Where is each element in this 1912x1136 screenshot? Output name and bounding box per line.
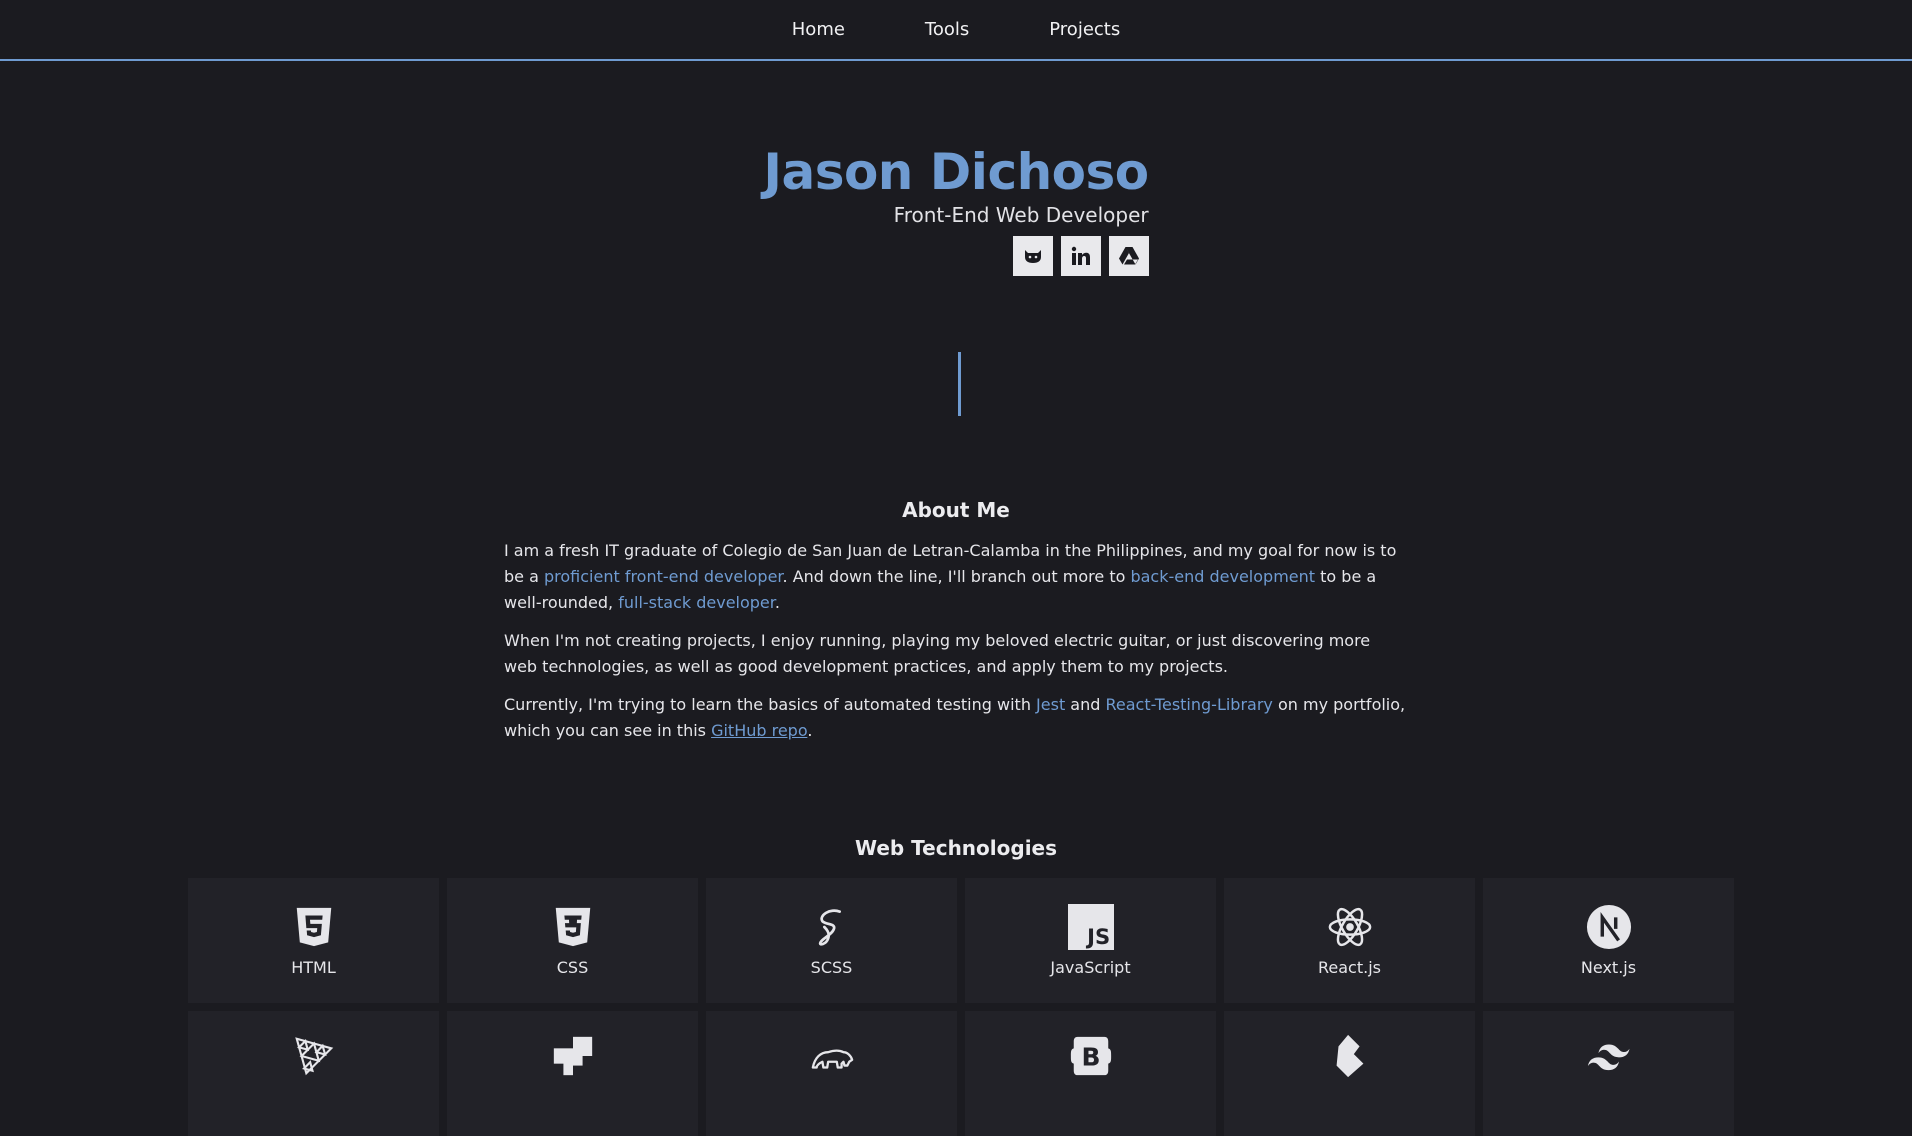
linkedin-icon bbox=[1071, 246, 1090, 265]
tech-label-scss: SCSS bbox=[810, 958, 853, 977]
google-drive-link[interactable] bbox=[1108, 236, 1149, 276]
tech-title: Web Technologies bbox=[854, 836, 1058, 860]
javascript-icon: JS bbox=[1067, 904, 1114, 950]
svg-text:JS: JS bbox=[1085, 924, 1110, 949]
bootstrap-icon: B bbox=[1070, 1036, 1111, 1076]
nav-tools-link[interactable]: Tools bbox=[885, 0, 1009, 60]
about-p1-text-c: . And down the line, I'll branch out mor… bbox=[782, 567, 1131, 586]
framer-icon bbox=[553, 1036, 592, 1076]
threejs-icon bbox=[294, 1037, 333, 1076]
tech-card-react: React.js bbox=[1224, 878, 1475, 1003]
about-p1-highlight-frontend: proficient front-end developer bbox=[543, 567, 783, 586]
bear-icon bbox=[811, 1049, 853, 1069]
tailwind-icon bbox=[1587, 1044, 1630, 1071]
about-p1-text-g: . bbox=[774, 593, 780, 612]
html5-icon bbox=[296, 907, 331, 947]
top-nav: Home Tools Projects bbox=[0, 0, 1912, 61]
tech-card-threejs bbox=[188, 1011, 439, 1136]
about-p3-text-a: Currently, I'm trying to learn the basic… bbox=[504, 695, 1037, 714]
linkedin-link[interactable] bbox=[1060, 236, 1101, 276]
tech-card-bulma bbox=[1224, 1011, 1475, 1136]
github-repo-link[interactable]: GitHub repo bbox=[711, 721, 807, 740]
tech-card-html: HTML bbox=[188, 878, 439, 1003]
nav-home-link[interactable]: Home bbox=[752, 0, 885, 60]
about-title: About Me bbox=[902, 498, 1010, 522]
tech-card-scss: SCSS bbox=[706, 878, 957, 1003]
about-paragraph-3: Currently, I'm trying to learn the basic… bbox=[504, 692, 1408, 744]
css3-icon bbox=[555, 907, 590, 947]
hero-role: Front-End Web Developer bbox=[893, 203, 1149, 227]
hero-section: Jason Dichoso Front-End Web Developer bbox=[0, 140, 1912, 276]
about-p1-highlight-fullstack: full-stack developer bbox=[618, 593, 775, 612]
tech-grid: HTML CSS SCSS JS JavaScript React.js Nex… bbox=[188, 878, 1734, 1136]
tech-label-react: React.js bbox=[1318, 958, 1381, 977]
sass-icon bbox=[818, 909, 841, 946]
about-paragraph-2: When I'm not creating projects, I enjoy … bbox=[504, 631, 1371, 676]
tech-card-bear bbox=[706, 1011, 957, 1136]
tech-card-nextjs: Next.js bbox=[1483, 878, 1734, 1003]
divider-line bbox=[958, 352, 961, 416]
about-p3-text-c: and bbox=[1065, 695, 1106, 714]
tech-card-javascript: JS JavaScript bbox=[965, 878, 1216, 1003]
about-p3-highlight-rtl: React-Testing-Library bbox=[1105, 695, 1273, 714]
about-p1-highlight-backend: back-end development bbox=[1130, 567, 1316, 586]
tech-label-css: CSS bbox=[556, 958, 589, 977]
tech-card-bootstrap: B bbox=[965, 1011, 1216, 1136]
bulma-icon bbox=[1336, 1034, 1363, 1078]
nav-projects-link[interactable]: Projects bbox=[1009, 0, 1160, 60]
about-p3-highlight-jest: Jest bbox=[1036, 695, 1066, 714]
social-links bbox=[1012, 236, 1149, 276]
google-drive-icon bbox=[1118, 247, 1139, 265]
nextjs-icon bbox=[1586, 904, 1631, 950]
tech-card-css: CSS bbox=[447, 878, 698, 1003]
tech-label-nextjs: Next.js bbox=[1580, 958, 1637, 977]
tech-card-framer bbox=[447, 1011, 698, 1136]
about-section: About Me I am a fresh IT graduate of Col… bbox=[504, 496, 1408, 756]
hero-name: Jason Dichoso bbox=[763, 143, 1149, 201]
tech-label-html: HTML bbox=[291, 958, 336, 977]
react-icon bbox=[1328, 907, 1371, 947]
tech-card-tailwind bbox=[1483, 1011, 1734, 1136]
about-p3-text-g: . bbox=[807, 721, 813, 740]
github-icon bbox=[1024, 250, 1041, 263]
svg-text:B: B bbox=[1081, 1043, 1100, 1072]
github-link[interactable] bbox=[1012, 236, 1053, 276]
tech-label-javascript: JavaScript bbox=[1050, 958, 1131, 977]
about-paragraph-1: I am a fresh IT graduate of Colegio de S… bbox=[504, 538, 1408, 616]
